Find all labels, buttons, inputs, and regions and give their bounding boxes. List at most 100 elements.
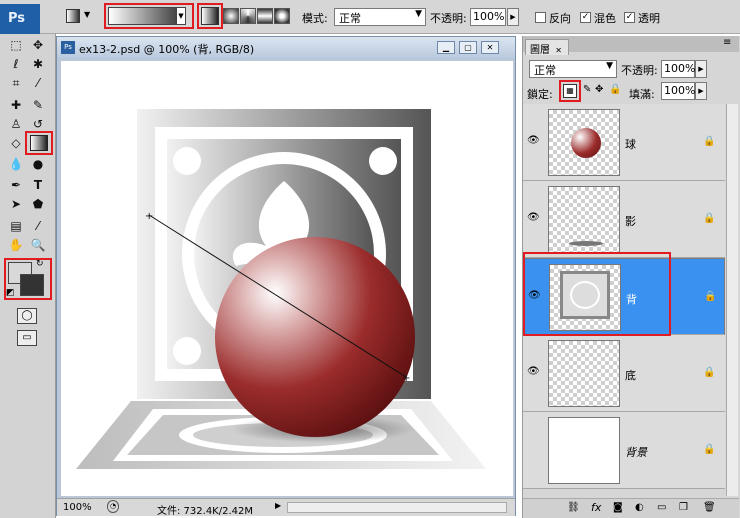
lock-icon: 🔒	[704, 291, 717, 302]
notes-tool-icon[interactable]: ▤	[6, 217, 26, 236]
eyedropper-sample-tool-icon[interactable]: ⁄	[28, 217, 48, 236]
red-sphere	[215, 237, 415, 437]
default-colors-icon[interactable]: ◩	[6, 288, 15, 298]
layer-thumbnail	[548, 186, 620, 253]
layer-row-shadow[interactable]: 👁 影 🔒	[523, 181, 725, 258]
blend-mode-select[interactable]: 正常 ▼	[529, 60, 617, 78]
layer-opacity-input[interactable]: 100%	[661, 60, 695, 78]
canvas[interactable]: + +	[61, 61, 513, 496]
clone-stamp-tool-icon[interactable]: ♙	[6, 115, 26, 134]
tab-layers[interactable]: 圖層 ✕	[525, 39, 569, 56]
lock-icon: 🔒	[703, 367, 716, 378]
eraser-tool-icon[interactable]: ◇	[6, 134, 26, 153]
new-group-icon[interactable]: ▭	[657, 502, 666, 513]
transparency-checkbox[interactable]: ✓	[624, 12, 635, 23]
layer-name: 背景	[625, 446, 647, 459]
reverse-checkbox[interactable]	[535, 12, 546, 23]
type-tool-icon[interactable]: T	[28, 176, 48, 195]
quick-mask-button[interactable]: ◯	[17, 308, 37, 324]
lasso-tool-icon[interactable]: ℓ	[6, 55, 26, 74]
file-size-info: 文件: 732.4K/2.42M	[157, 506, 253, 517]
new-layer-icon[interactable]: ❐	[679, 502, 688, 513]
delete-layer-icon[interactable]: 🗑	[703, 502, 716, 513]
lock-position-icon[interactable]: ✥	[595, 84, 603, 95]
lock-all-icon[interactable]: 🔒	[609, 84, 621, 95]
shape-tool-icon[interactable]: ⬟	[28, 195, 48, 214]
tab-layers-label: 圖層	[530, 45, 550, 56]
gradient-picker[interactable]	[108, 7, 184, 25]
tool-preset-picker[interactable]: ▼	[64, 8, 94, 26]
layer-row-background[interactable]: 背景 🔒	[523, 412, 725, 489]
maximize-button[interactable]: ▢	[459, 41, 477, 54]
eye-icon[interactable]: 👁	[527, 136, 541, 146]
layer-row-ball[interactable]: 👁 球 🔒	[523, 104, 725, 181]
horizontal-scrollbar[interactable]	[287, 502, 507, 513]
layer-row-floor[interactable]: 👁 底 🔒	[523, 335, 725, 412]
dodge-tool-icon[interactable]: ●	[28, 155, 48, 174]
mode-label: 模式:	[302, 12, 328, 25]
background-color-swatch[interactable]	[20, 274, 44, 296]
status-bar: 100% ◔ 文件: 732.4K/2.42M ▶	[57, 498, 515, 517]
fill-slider-button[interactable]: ▶	[695, 82, 707, 100]
zoom-level[interactable]: 100%	[63, 502, 92, 513]
gradient-tool-icon[interactable]	[30, 135, 48, 151]
gradient-end-marker: +	[402, 373, 410, 384]
reflected-gradient-button[interactable]	[257, 8, 273, 24]
layer-mask-icon[interactable]: ◙	[613, 502, 623, 513]
magic-wand-tool-icon[interactable]: ✱	[28, 55, 48, 74]
brush-tool-icon[interactable]: ✎	[28, 96, 48, 115]
lock-transparent-pixels-icon[interactable]: ▦	[563, 84, 577, 98]
layer-scrollbar[interactable]	[726, 104, 738, 496]
blend-mode-value: 正常	[534, 64, 556, 77]
diamond-gradient-button[interactable]	[274, 8, 290, 24]
document-window: Ps ex13-2.psd @ 100% (背, RGB/8) ▁ ▢ ✕ + …	[56, 36, 516, 517]
minimize-button[interactable]: ▁	[437, 41, 455, 54]
pen-tool-icon[interactable]: ✒	[6, 176, 26, 195]
eyedropper-tool-icon[interactable]: ⁄	[28, 74, 48, 93]
close-icon[interactable]: ✕	[555, 46, 562, 55]
layer-thumbnail	[548, 417, 620, 484]
crop-tool-icon[interactable]: ⌗	[6, 74, 26, 93]
zoom-tool-icon[interactable]: 🔍	[28, 236, 48, 255]
gradient-picker-arrow[interactable]: ▼	[176, 7, 186, 25]
link-layers-icon[interactable]: ⛓	[567, 502, 580, 513]
adjustment-layer-icon[interactable]: ◐	[635, 502, 644, 513]
document-title: ex13-2.psd @ 100% (背, RGB/8)	[79, 43, 255, 56]
lock-icon: 🔒	[703, 444, 716, 455]
gradient-tool-icon	[66, 9, 80, 23]
layer-opacity-slider-button[interactable]: ▶	[695, 60, 707, 78]
radial-gradient-button[interactable]	[223, 8, 239, 24]
path-selection-tool-icon[interactable]: ➤	[6, 195, 26, 214]
move-tool-icon[interactable]: ✥	[28, 36, 48, 55]
blur-tool-icon[interactable]: 💧	[6, 155, 26, 174]
fill-input[interactable]: 100%	[661, 82, 695, 100]
layer-style-icon[interactable]: fx	[591, 501, 601, 514]
marquee-tool-icon[interactable]: ⬚	[6, 36, 26, 55]
screen-mode-button[interactable]: ▭	[17, 330, 37, 346]
status-menu-arrow[interactable]: ▶	[275, 501, 281, 510]
status-info-icon[interactable]: ◔	[107, 500, 119, 513]
eye-icon[interactable]: 👁	[527, 367, 541, 377]
layer-name: 影	[625, 215, 636, 228]
chevron-down-icon: ▼	[415, 9, 422, 19]
dither-checkbox[interactable]: ✓	[580, 12, 591, 23]
healing-brush-tool-icon[interactable]: ✚	[6, 96, 26, 115]
hand-tool-icon[interactable]: ✋	[6, 236, 26, 255]
layer-thumbnail	[548, 340, 620, 407]
opacity-slider-button[interactable]: ▶	[507, 8, 519, 26]
lock-image-pixels-icon[interactable]: ✎	[583, 84, 591, 95]
gradient-start-marker: +	[145, 211, 153, 222]
eye-icon[interactable]: 👁	[527, 213, 541, 223]
opacity-input[interactable]: 100%	[470, 8, 506, 26]
angle-gradient-button[interactable]	[240, 8, 256, 24]
panel-menu-icon[interactable]: ≡	[723, 37, 731, 48]
options-bar: Ps ▼ ▼ 模式: 正常 ▼ 不透明: 100% ▶ 反向 ✓ 混色 ✓ 透明	[0, 0, 740, 34]
layers-panel: ≡ 圖層 ✕ 正常 ▼ 不透明: 100% ▶ 鎖定: ▦ ✎ ✥ 🔒 填滿: 1…	[522, 36, 740, 518]
mode-select[interactable]: 正常 ▼	[334, 8, 426, 26]
close-button[interactable]: ✕	[481, 41, 499, 54]
fill-value: 100%	[664, 84, 696, 97]
linear-gradient-button[interactable]	[201, 7, 219, 25]
layer-name: 球	[625, 138, 636, 151]
opacity-value: 100%	[473, 10, 505, 23]
swap-colors-icon[interactable]: ↻	[36, 259, 44, 269]
